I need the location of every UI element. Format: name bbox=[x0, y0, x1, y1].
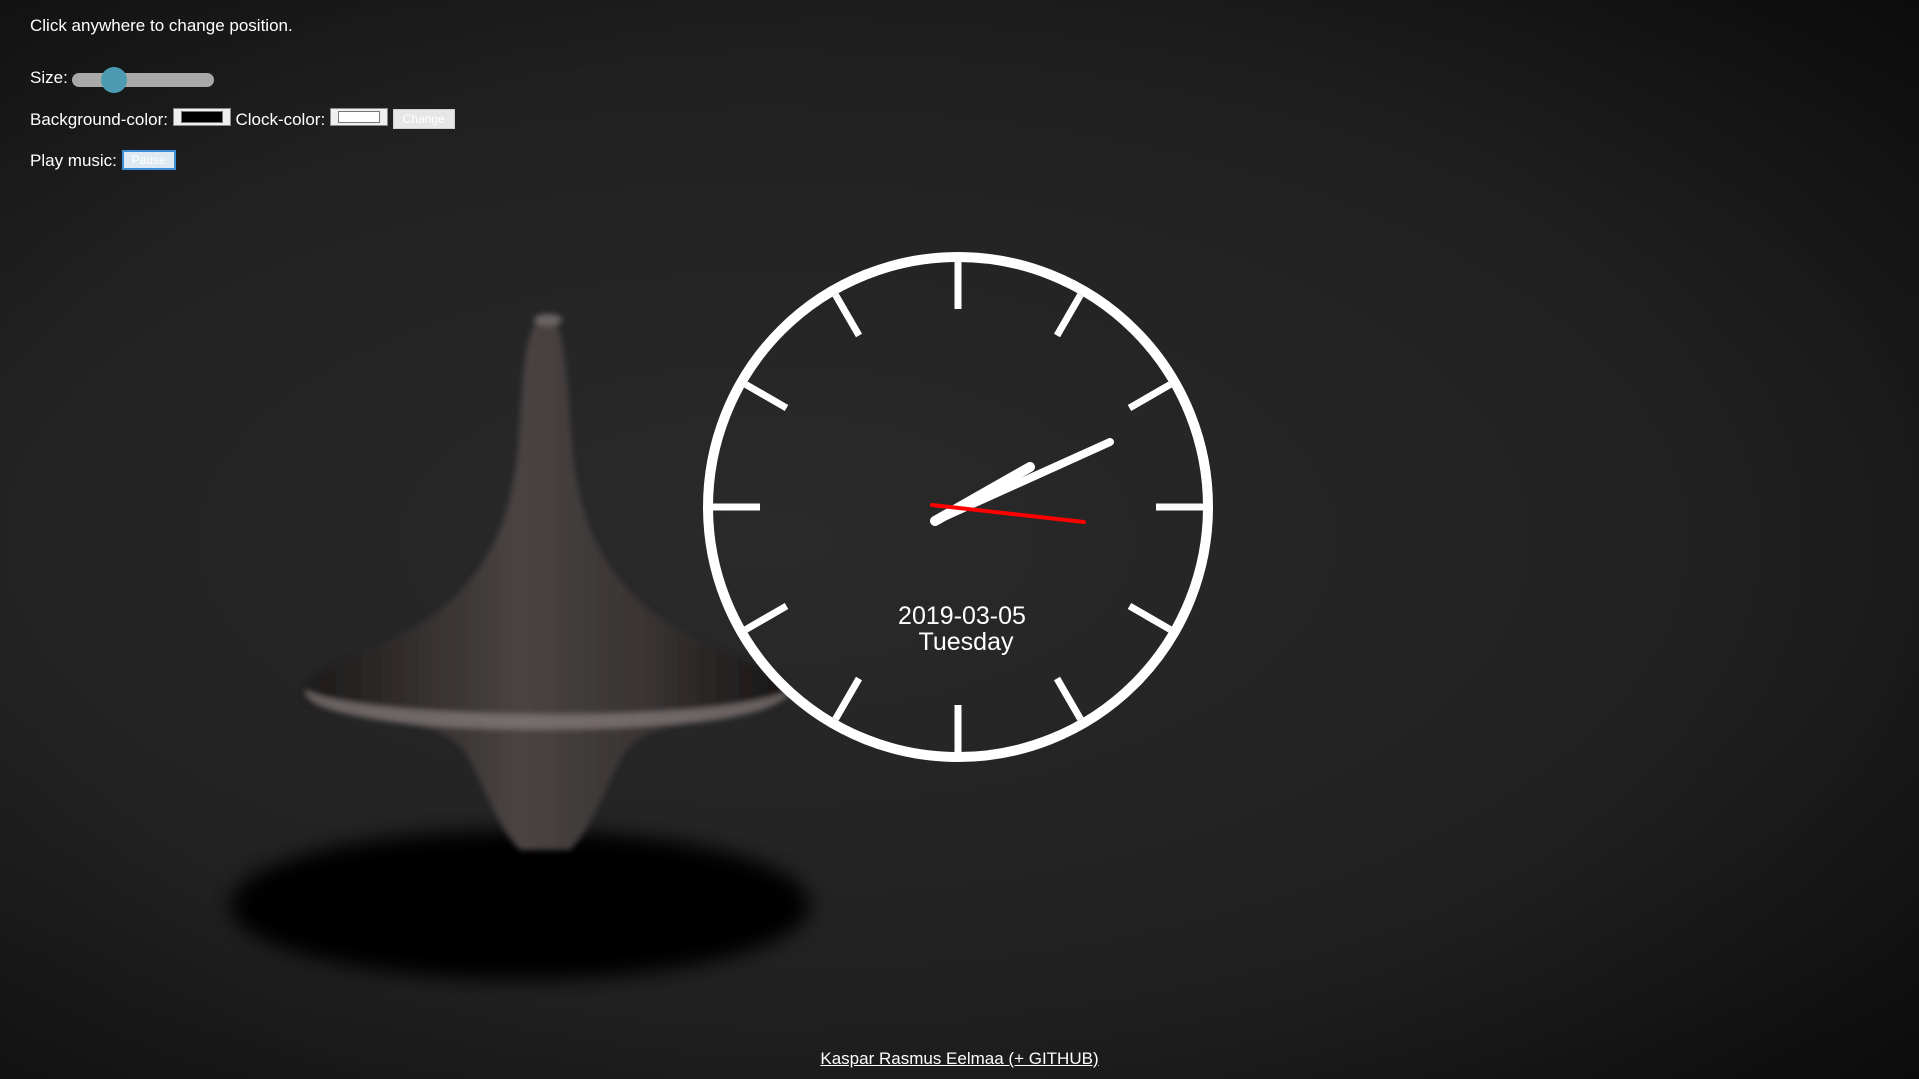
clock-weekday: Tuesday bbox=[919, 628, 1014, 656]
hour-tick bbox=[832, 293, 863, 338]
hour-tick bbox=[1053, 293, 1084, 338]
hour-tick bbox=[744, 381, 789, 412]
hour-tick bbox=[832, 676, 863, 721]
hour-tick bbox=[744, 602, 789, 633]
hour-tick bbox=[1053, 676, 1084, 721]
hour-tick bbox=[1127, 381, 1172, 412]
footer: Kaspar Rasmus Eelmaa (+ GITHUB) bbox=[0, 1049, 1919, 1069]
hour-tick bbox=[1127, 602, 1172, 633]
analog-clock[interactable]: 2019-03-05 Tuesday bbox=[0, 0, 1919, 1079]
author-github-link[interactable]: Kaspar Rasmus Eelmaa (+ GITHUB) bbox=[820, 1049, 1098, 1068]
clock-date: 2019-03-05 bbox=[898, 602, 1026, 630]
